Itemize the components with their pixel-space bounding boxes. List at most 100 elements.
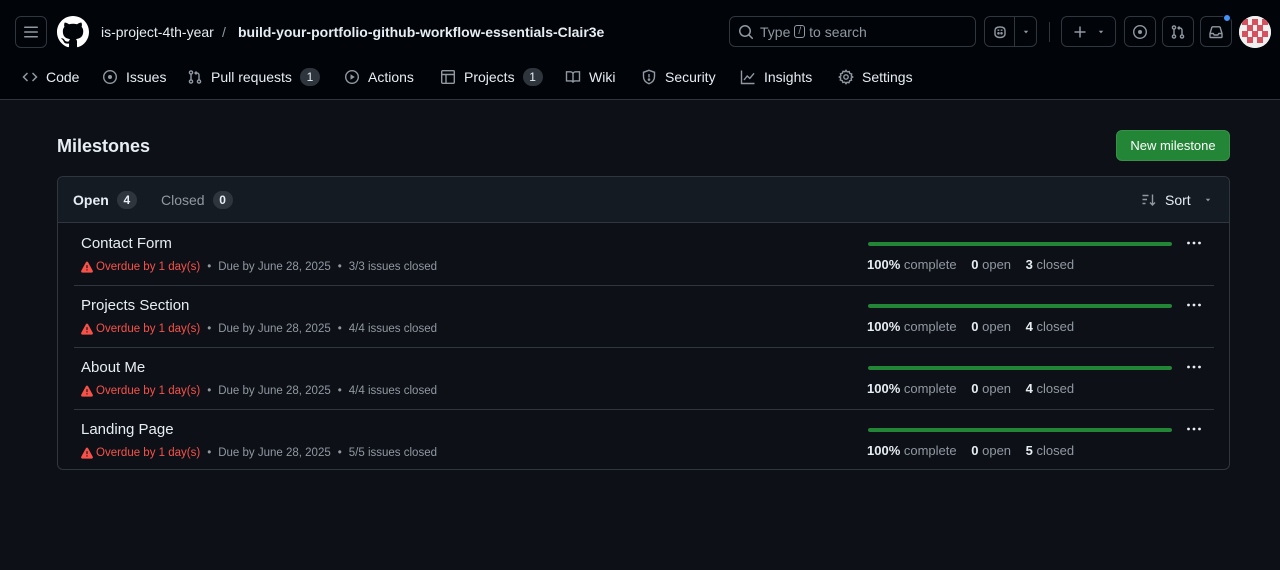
copilot-button[interactable] xyxy=(985,17,1016,46)
open-issues[interactable]: 0 open xyxy=(971,319,1011,334)
filter-closed-label: Closed xyxy=(161,192,205,208)
issue-opened-icon xyxy=(1132,24,1148,39)
your-issues-button[interactable] xyxy=(1124,16,1156,47)
open-issues[interactable]: 0 open xyxy=(971,381,1011,396)
closed-count: 0 xyxy=(212,191,233,209)
milestone-row: Landing Page Overdue by 1 day(s) • Due b… xyxy=(74,410,1214,472)
open-issues[interactable]: 0 open xyxy=(971,257,1011,272)
progress-bar xyxy=(868,242,1172,246)
tab-actions-label: Actions xyxy=(368,69,414,85)
tab-actions[interactable]: Actions xyxy=(344,62,414,92)
sort-desc-icon xyxy=(1142,194,1156,206)
closed-issues[interactable]: 4 closed xyxy=(1026,319,1074,334)
kebab-horizontal-icon xyxy=(1187,241,1201,245)
issues-closed: 4/4 issues closed xyxy=(348,323,437,335)
breadcrumb-repo[interactable]: build-your-portfolio-github-workflow-ess… xyxy=(238,23,604,41)
issues-closed: 5/5 issues closed xyxy=(348,447,437,459)
breadcrumb-owner[interactable]: is-project-4th-year xyxy=(101,23,214,41)
milestones-list: Open 4 Closed 0 Sort Contact Form Overdu… xyxy=(57,176,1230,470)
tab-insights-label: Insights xyxy=(764,69,813,85)
due-date: Due by June 28, 2025 xyxy=(218,385,331,397)
tab-projects[interactable]: Projects 1 xyxy=(440,62,543,92)
milestone-options-button[interactable] xyxy=(1184,297,1204,313)
notification-indicator xyxy=(1223,14,1231,22)
milestone-options-button[interactable] xyxy=(1184,235,1204,251)
progress-bar xyxy=(868,428,1172,432)
tab-code[interactable]: Code xyxy=(22,62,79,92)
progress-fill xyxy=(868,242,1172,246)
separator-dot: • xyxy=(207,261,212,273)
tab-code-label: Code xyxy=(46,69,80,85)
milestone-meta: Overdue by 1 day(s) • Due by June 28, 20… xyxy=(81,322,437,336)
tab-settings[interactable]: Settings xyxy=(838,62,913,92)
alert-icon xyxy=(81,261,93,273)
progress-bar xyxy=(868,304,1172,308)
git-pull-request-icon xyxy=(1171,24,1185,39)
copilot-button-group xyxy=(984,16,1037,47)
closed-issues[interactable]: 3 closed xyxy=(1026,257,1074,272)
issue-opened-icon xyxy=(102,69,118,85)
breadcrumb-separator: / xyxy=(222,24,226,40)
milestone-stats: 100% complete 0 open 5 closed xyxy=(867,443,1085,459)
tab-insights[interactable]: Insights xyxy=(740,62,812,92)
inbox-icon xyxy=(1209,25,1223,38)
tab-pull-requests-label: Pull requests xyxy=(211,69,292,85)
open-issues[interactable]: 0 open xyxy=(971,443,1011,458)
filter-closed[interactable]: Closed 0 xyxy=(161,191,233,209)
tab-issues[interactable]: Issues xyxy=(102,62,166,92)
milestone-meta: Overdue by 1 day(s) • Due by June 28, 20… xyxy=(81,260,437,274)
milestone-row: Projects Section Overdue by 1 day(s) • D… xyxy=(74,286,1214,348)
identicon-icon xyxy=(1239,16,1271,48)
menu-button[interactable] xyxy=(15,16,47,48)
progress-fill xyxy=(868,304,1172,308)
tab-security-label: Security xyxy=(665,69,716,85)
milestone-title[interactable]: Projects Section xyxy=(81,297,189,315)
tab-security[interactable]: Security xyxy=(641,62,716,92)
create-new-button[interactable] xyxy=(1061,16,1116,47)
gear-icon xyxy=(838,69,854,85)
shield-icon xyxy=(642,69,656,85)
milestone-stats: 100% complete 0 open 4 closed xyxy=(867,319,1085,335)
separator-dot: • xyxy=(337,385,342,397)
tab-settings-label: Settings xyxy=(862,69,913,85)
tab-projects-label: Projects xyxy=(464,69,515,85)
avatar[interactable] xyxy=(1239,16,1271,48)
due-date: Due by June 28, 2025 xyxy=(218,261,331,273)
filter-open[interactable]: Open 4 xyxy=(73,191,137,209)
alert-icon xyxy=(81,447,93,459)
milestone-title[interactable]: Landing Page xyxy=(81,421,174,439)
milestones-list-header: Open 4 Closed 0 Sort xyxy=(58,177,1229,223)
git-pull-request-icon xyxy=(188,70,202,84)
closed-issues[interactable]: 4 closed xyxy=(1026,381,1074,396)
closed-issues[interactable]: 5 closed xyxy=(1026,443,1074,458)
separator-dot: • xyxy=(207,447,212,459)
search-input[interactable]: Type / to search xyxy=(729,16,976,47)
percent-complete: 100% complete xyxy=(867,319,957,334)
milestone-title[interactable]: Contact Form xyxy=(81,235,172,253)
milestone-stats: 100% complete 0 open 4 closed xyxy=(867,381,1085,397)
plus-icon xyxy=(1074,26,1085,37)
tab-wiki[interactable]: Wiki xyxy=(565,62,615,92)
alert-icon xyxy=(81,385,93,397)
copilot-dropdown[interactable] xyxy=(1015,17,1036,46)
milestone-title[interactable]: About Me xyxy=(81,359,145,377)
overdue-status: Overdue by 1 day(s) xyxy=(81,260,200,274)
kebab-horizontal-icon xyxy=(1187,303,1201,307)
copilot-icon xyxy=(994,25,1006,38)
github-logo-icon[interactable] xyxy=(57,16,89,48)
app-header: is-project-4th-year / build-your-portfol… xyxy=(0,0,1280,100)
milestone-options-button[interactable] xyxy=(1184,359,1204,375)
separator-dot: • xyxy=(337,261,342,273)
new-milestone-button[interactable]: New milestone xyxy=(1116,130,1230,161)
milestone-options-button[interactable] xyxy=(1184,421,1204,437)
tab-pull-requests[interactable]: Pull requests 1 xyxy=(187,62,320,92)
sort-dropdown[interactable]: Sort xyxy=(1141,191,1213,209)
separator-dot: • xyxy=(207,323,212,335)
milestone-stats: 100% complete 0 open 3 closed xyxy=(867,257,1085,273)
graph-icon xyxy=(740,70,755,85)
due-date: Due by June 28, 2025 xyxy=(218,323,331,335)
your-pull-requests-button[interactable] xyxy=(1162,16,1194,47)
hamburger-icon xyxy=(24,26,38,38)
overdue-text: Overdue by 1 day(s) xyxy=(96,447,201,459)
percent-complete: 100% complete xyxy=(867,257,957,272)
